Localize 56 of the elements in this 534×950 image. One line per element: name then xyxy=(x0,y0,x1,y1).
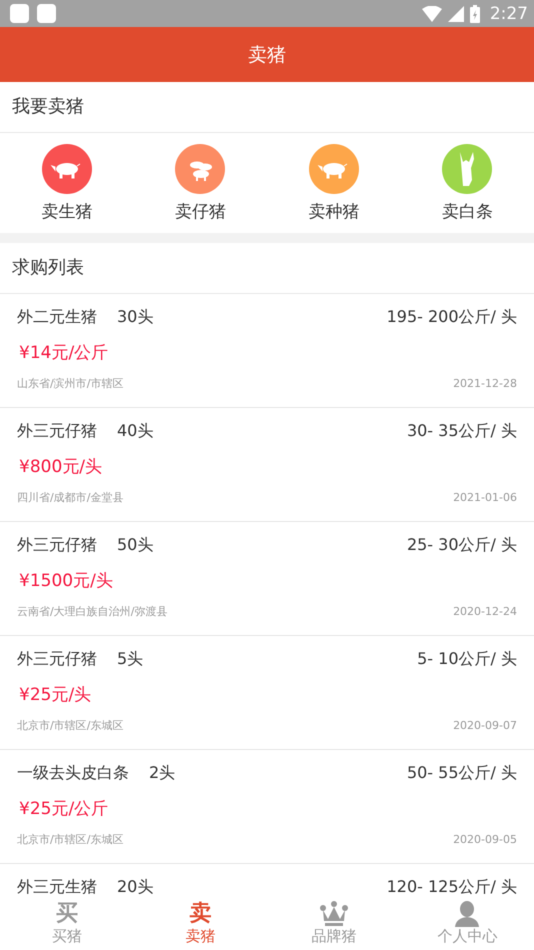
notification-icon xyxy=(10,4,29,23)
breed-name: 外三元仔猪 xyxy=(17,420,97,442)
head-count: 5头 xyxy=(117,648,144,670)
category-item[interactable]: 卖仔猪 xyxy=(134,144,267,222)
date: 2021-12-28 xyxy=(453,376,517,390)
purchase-item[interactable]: 一级去头皮白条 2头 50- 55公斤/ 头 ¥25元/公斤 北京市/市辖区/东城区 2020-09-05 xyxy=(0,750,534,864)
date: 2020-12-24 xyxy=(453,604,517,618)
battery-icon xyxy=(470,4,480,22)
price: ¥800元/头 xyxy=(19,456,103,479)
breed-name: 一级去头皮白条 xyxy=(17,762,129,784)
purchase-item[interactable]: 外三元仔猪 40头 30- 35公斤/ 头 ¥800元/头 四川省/成都市/金堂县 2021-01-06 xyxy=(0,408,534,522)
location: 北京市/市辖区/东城区 xyxy=(17,832,124,846)
location: 四川省/成都市/金堂县 xyxy=(17,490,124,504)
signal-icon xyxy=(448,6,464,22)
weight-range: 195- 200公斤/ 头 xyxy=(386,306,517,328)
location: 北京市/市辖区/东城区 xyxy=(17,718,124,732)
location: 山东省/滨州市/市辖区 xyxy=(17,376,124,390)
head-count: 40头 xyxy=(117,420,154,442)
weight-range: 25- 30公斤/ 头 xyxy=(406,534,517,556)
breed-name: 外三元仔猪 xyxy=(17,534,97,556)
section-title: 我要卖猪 xyxy=(0,82,534,133)
breed-name: 外三元仔猪 xyxy=(17,648,97,670)
head-count: 2头 xyxy=(149,762,176,784)
wifi-icon xyxy=(422,6,442,22)
purchase-item[interactable]: 外三元仔猪 5头 5- 10公斤/ 头 ¥25元/头 北京市/市辖区/东城区 2020-09-07 xyxy=(0,636,534,750)
date: 2021-01-06 xyxy=(453,490,517,504)
head-count: 20头 xyxy=(117,876,154,898)
weight-range: 50- 55公斤/ 头 xyxy=(406,762,517,784)
price: ¥25元/公斤 xyxy=(19,798,110,821)
price: ¥14元/公斤 xyxy=(19,342,110,365)
person-icon xyxy=(454,901,480,927)
weight-range: 30- 35公斤/ 头 xyxy=(406,420,517,442)
page-title: 卖猪 xyxy=(248,42,286,68)
section-title: 求购列表 xyxy=(0,243,534,294)
date: 2020-09-05 xyxy=(453,832,517,846)
tab-glyph: 卖 xyxy=(189,901,212,927)
breed-name: 外二元生猪 xyxy=(17,306,97,328)
nav-tab[interactable]: 卖 卖猪 xyxy=(134,897,267,950)
date: 2020-09-07 xyxy=(453,718,517,732)
category-item[interactable]: 卖生猪 xyxy=(0,144,134,222)
head-count: 50头 xyxy=(117,534,154,556)
tab-glyph: 买 xyxy=(56,901,78,927)
crown-icon xyxy=(320,901,348,927)
category-item[interactable]: 卖种猪 xyxy=(267,144,400,222)
category-item[interactable]: 卖白条 xyxy=(400,144,534,222)
head-count: 30头 xyxy=(117,306,154,328)
weight-range: 120- 125公斤/ 头 xyxy=(386,876,517,898)
notification-icon xyxy=(37,4,56,23)
price: ¥1500元/头 xyxy=(19,570,114,593)
price: ¥25元/头 xyxy=(19,684,92,707)
purchase-item[interactable]: 外三元仔猪 50头 25- 30公斤/ 头 ¥1500元/头 云南省/大理白族自治州/弥渡县 2020-12-24 xyxy=(0,522,534,636)
weight-range: 5- 10公斤/ 头 xyxy=(417,648,517,670)
clock: 2:27 xyxy=(490,4,528,24)
purchase-item[interactable]: 外二元生猪 30头 195- 200公斤/ 头 ¥14元/公斤 山东省/滨州市/市辖区 2021-12-28 xyxy=(0,294,534,408)
breed-name: 外三元生猪 xyxy=(17,876,97,898)
location: 云南省/大理白族自治州/弥渡县 xyxy=(17,604,168,618)
